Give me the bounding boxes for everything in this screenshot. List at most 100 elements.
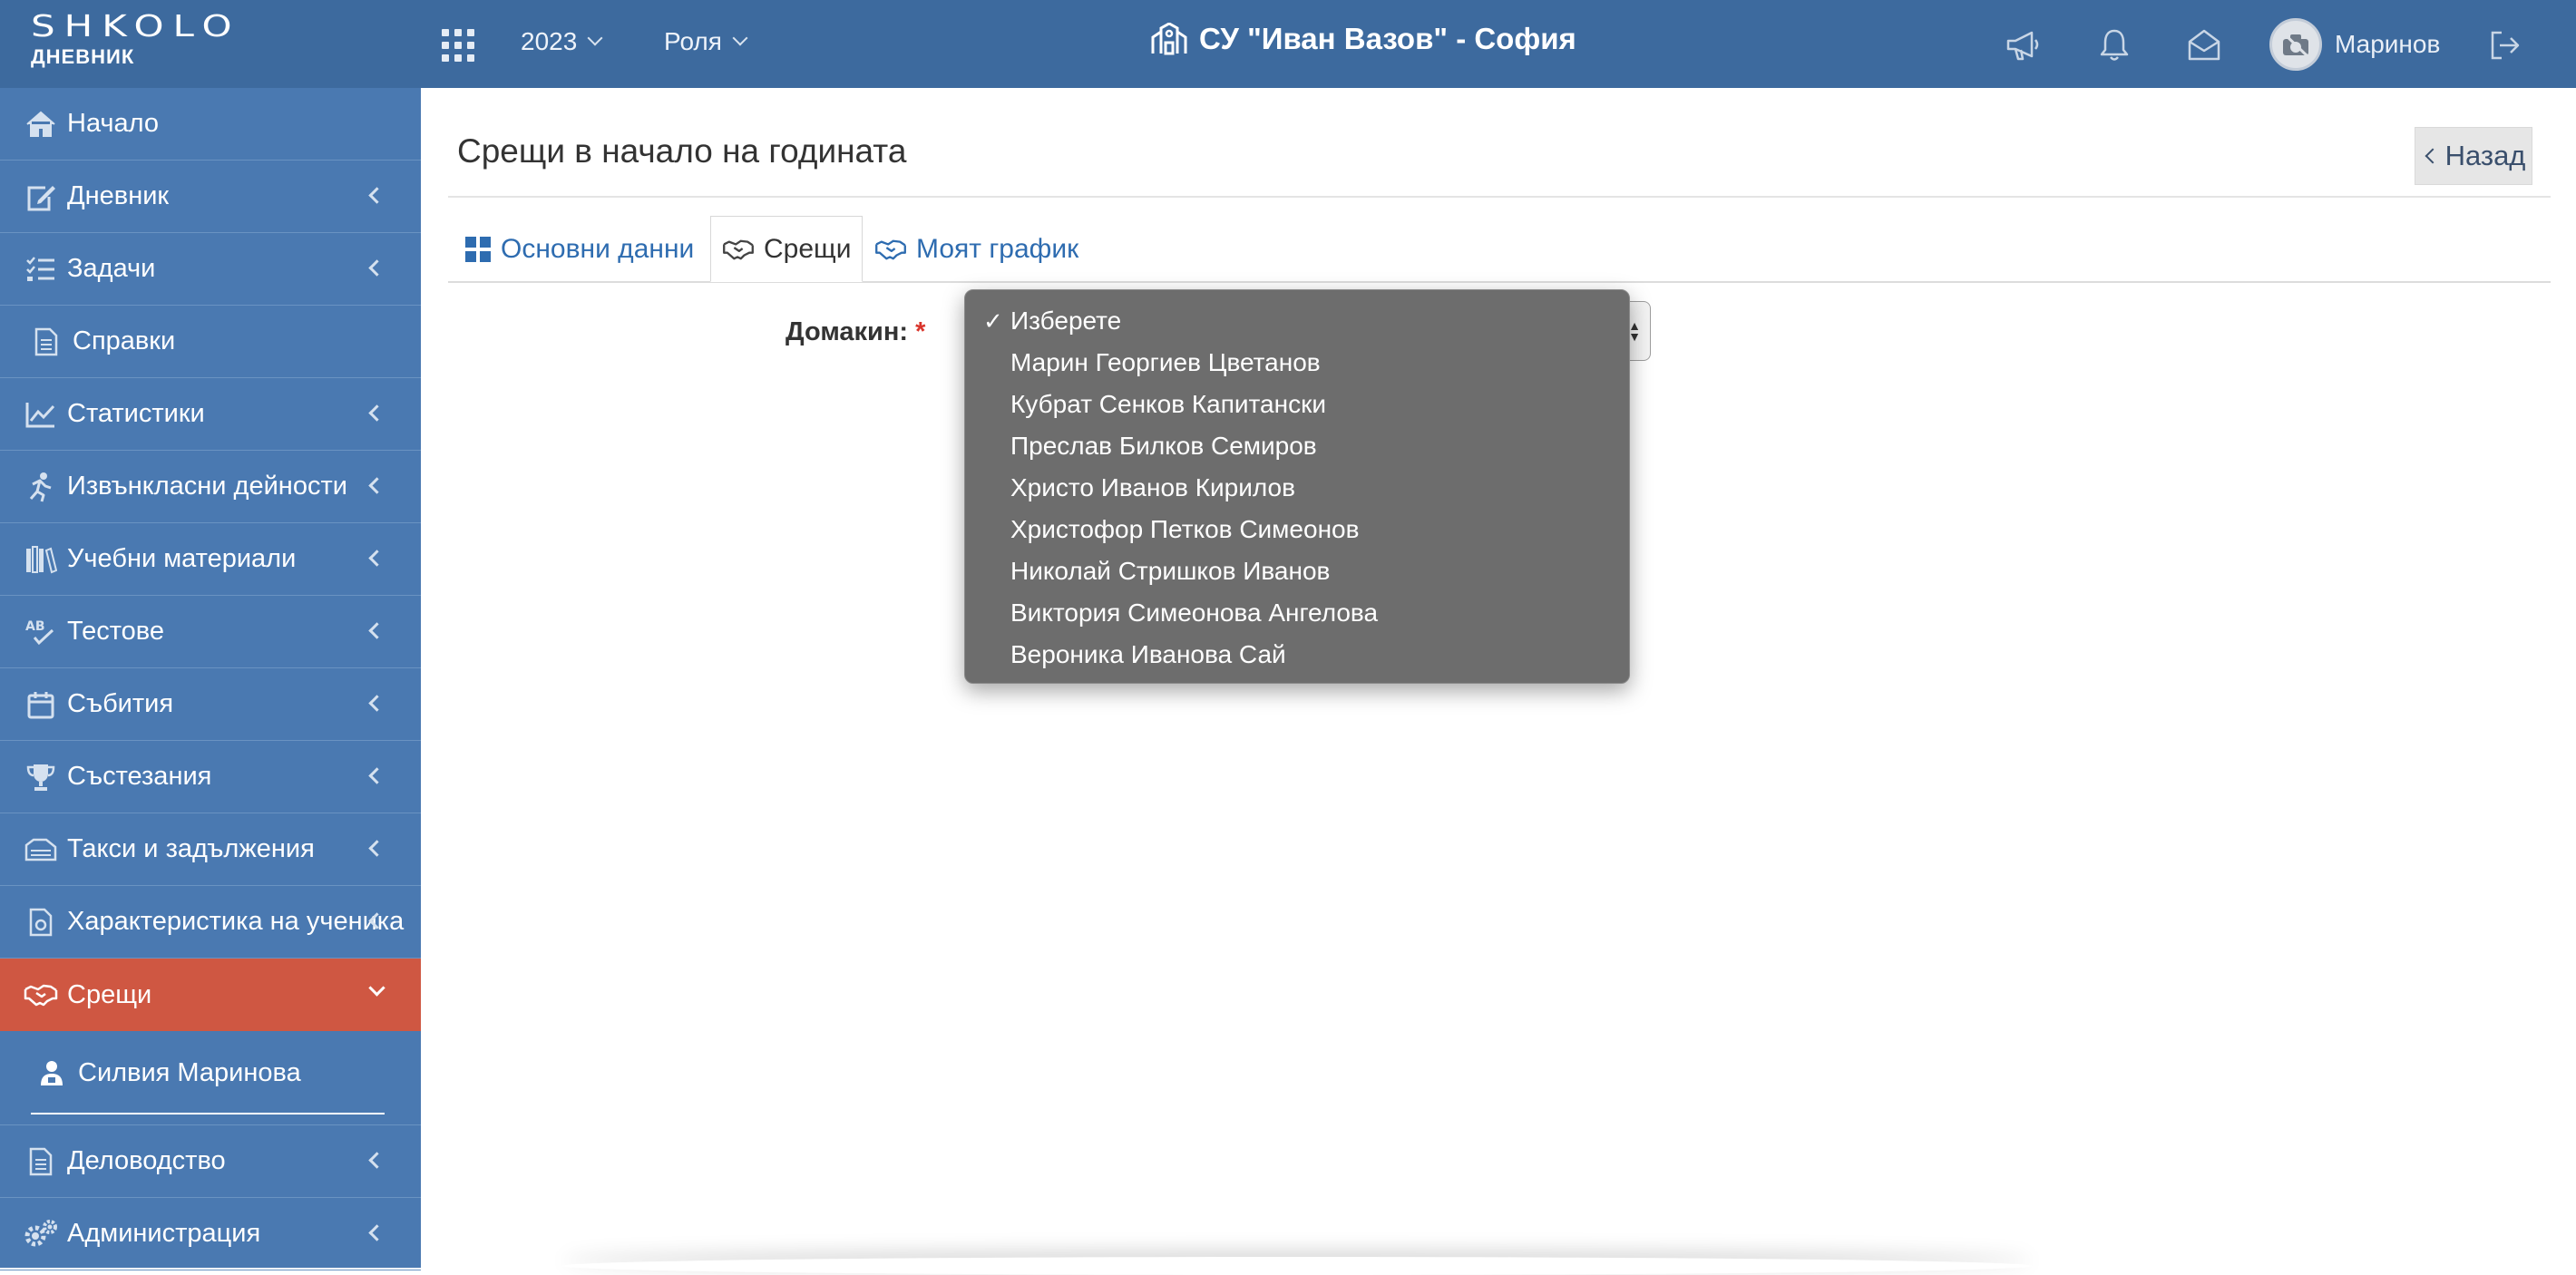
- no-camera-icon: [2282, 32, 2309, 57]
- sidebar-subitem-label: Силвия Маринова: [78, 1057, 301, 1087]
- dropdown-option-label: Вероника Иванова Сай: [1010, 640, 1286, 668]
- document-icon: [24, 1144, 58, 1179]
- sidebar-item-tests[interactable]: AB Тестове: [0, 596, 421, 668]
- sidebar-item-reports[interactable]: Справки: [0, 306, 421, 378]
- chevron-left-icon: [368, 1224, 385, 1241]
- edit-icon: [24, 180, 58, 214]
- page-title: Срещи в начало на годината: [457, 132, 907, 170]
- dropdown-option-label: Кубрат Сенков Капитански: [1010, 390, 1326, 418]
- running-icon: [24, 470, 58, 504]
- sidebar-item-administration[interactable]: Администрация: [0, 1198, 421, 1270]
- sidebar-item-label: Администрация: [67, 1219, 261, 1248]
- dropdown-option-label: Христо Иванов Кирилов: [1010, 473, 1295, 501]
- spellcheck-icon: AB: [24, 615, 58, 649]
- avatar: [2269, 18, 2322, 71]
- logout-icon[interactable]: [2487, 27, 2522, 63]
- envelope-open-icon[interactable]: [2186, 27, 2222, 63]
- sidebar-item-label: Срещи: [67, 979, 152, 1009]
- logo-subtitle: ДНЕВНИК: [31, 45, 135, 68]
- money-icon: [24, 832, 58, 867]
- dropdown-option[interactable]: ✓ Изберете: [965, 300, 1629, 342]
- host-label-text: Домакин:: [785, 317, 909, 346]
- sidebar-item-tasks[interactable]: Задачи: [0, 233, 421, 306]
- logo[interactable]: SHKOLO ДНЕВНИК: [31, 11, 241, 69]
- logo-text: SHKOLO: [31, 8, 241, 44]
- sidebar-item-statistics[interactable]: Статистики: [0, 378, 421, 451]
- chevron-left-icon: [368, 477, 385, 494]
- trophy-icon: [24, 760, 58, 794]
- chevron-left-icon: [2425, 148, 2441, 164]
- user-menu[interactable]: Маринов: [2269, 18, 2440, 71]
- tab-my-schedule[interactable]: Моят график: [864, 216, 1089, 282]
- grid-icon: [465, 236, 491, 262]
- chevron-down-icon: [587, 30, 603, 46]
- panel-shadow: [562, 1257, 2032, 1275]
- chevron-left-icon: [368, 1152, 385, 1169]
- chevron-left-icon: [368, 840, 385, 857]
- chevron-left-icon: [368, 550, 385, 567]
- chevron-left-icon: [368, 259, 385, 277]
- host-dropdown-list[interactable]: ✓ Изберете Марин Георгиев Цветанов Кубра…: [964, 289, 1630, 684]
- tasks-icon: [24, 252, 58, 287]
- top-bar: SHKOLO ДНЕВНИК 2023 Роля СУ "Иван Вазов"…: [0, 0, 2576, 88]
- sidebar-item-extracurricular[interactable]: Извънкласни дейности: [0, 451, 421, 523]
- sidebar-item-diary[interactable]: Дневник: [0, 161, 421, 233]
- sidebar-item-label: Тестове: [67, 617, 165, 646]
- sidebar-item-competitions[interactable]: Състезания: [0, 741, 421, 813]
- dropdown-option-label: Николай Стришков Иванов: [1010, 557, 1331, 585]
- dropdown-option[interactable]: Кубрат Сенков Капитански: [965, 384, 1629, 425]
- calendar-icon: [24, 687, 58, 722]
- bell-icon[interactable]: [2097, 27, 2132, 63]
- dropdown-option[interactable]: Преслав Билков Семиров: [965, 425, 1629, 467]
- chevron-left-icon: [368, 404, 385, 422]
- school-icon: [1151, 23, 1187, 55]
- school-name: СУ "Иван Вазов" - София: [1199, 22, 1576, 55]
- handshake-icon: [875, 239, 906, 259]
- sidebar-item-label: Начало: [67, 109, 160, 138]
- sidebar-item-label: Събития: [67, 689, 174, 718]
- sidebar-item-label: Дневник: [67, 181, 170, 210]
- dropdown-option[interactable]: Христо Иванов Кирилов: [965, 467, 1629, 509]
- line-chart-icon: [24, 397, 58, 432]
- year-dropdown[interactable]: 2023: [521, 27, 603, 56]
- divider: [448, 196, 2551, 198]
- role-label: Роля: [664, 27, 722, 55]
- dropdown-option[interactable]: Марин Георгиев Цветанов: [965, 342, 1629, 384]
- host-field-label: Домакин: *: [785, 317, 925, 347]
- sidebar-item-label: Учебни материали: [67, 544, 297, 573]
- tab-meetings[interactable]: Срещи: [710, 216, 864, 282]
- apps-grid-icon[interactable]: [442, 29, 474, 62]
- sidebar-item-label: Състезания: [67, 762, 212, 791]
- tab-basic-data[interactable]: Основни данни: [454, 216, 705, 282]
- role-dropdown[interactable]: Роля: [664, 27, 748, 56]
- sidebar-item-records[interactable]: Деловодство: [0, 1125, 421, 1198]
- back-button[interactable]: Назад: [2415, 127, 2532, 185]
- dropdown-option[interactable]: Николай Стришков Иванов: [965, 550, 1629, 592]
- sidebar: Начало Дневник Задачи Справки Статистики…: [0, 88, 421, 1270]
- tab-label: Основни данни: [501, 233, 695, 264]
- sidebar-item-student-profile[interactable]: Характеристика на ученика: [0, 886, 421, 959]
- divider: [0, 1114, 421, 1125]
- required-mark: *: [915, 317, 926, 346]
- sidebar-item-materials[interactable]: Учебни материали: [0, 523, 421, 596]
- dropdown-option[interactable]: Христофор Петков Симеонов: [965, 509, 1629, 550]
- school-title[interactable]: СУ "Иван Вазов" - София: [1150, 22, 1576, 56]
- tab-label: Срещи: [764, 233, 852, 264]
- sidebar-item-label: Такси и задължения: [67, 834, 315, 863]
- active-underline: [31, 1113, 385, 1114]
- dropdown-option[interactable]: Вероника Иванова Сай: [965, 634, 1629, 676]
- sidebar-item-fees[interactable]: Такси и задължения: [0, 813, 421, 886]
- chevron-left-icon: [368, 767, 385, 784]
- sidebar-item-home[interactable]: Начало: [0, 88, 421, 161]
- chevron-left-icon: [368, 622, 385, 639]
- home-icon: [24, 107, 58, 141]
- megaphone-icon[interactable]: [2005, 27, 2041, 63]
- dropdown-option[interactable]: Виктория Симеонова Ангелова: [965, 592, 1629, 634]
- sidebar-item-meetings[interactable]: Срещи: [0, 959, 421, 1031]
- user-name: Маринов: [2335, 30, 2441, 58]
- year-label: 2023: [521, 27, 578, 55]
- sidebar-subitem-teacher[interactable]: Силвия Маринова: [0, 1031, 421, 1114]
- sidebar-item-events[interactable]: Събития: [0, 668, 421, 741]
- select-arrows-icon: ▲ ▼: [1628, 318, 1641, 344]
- sidebar-item-label: Характеристика на ученика: [67, 907, 405, 936]
